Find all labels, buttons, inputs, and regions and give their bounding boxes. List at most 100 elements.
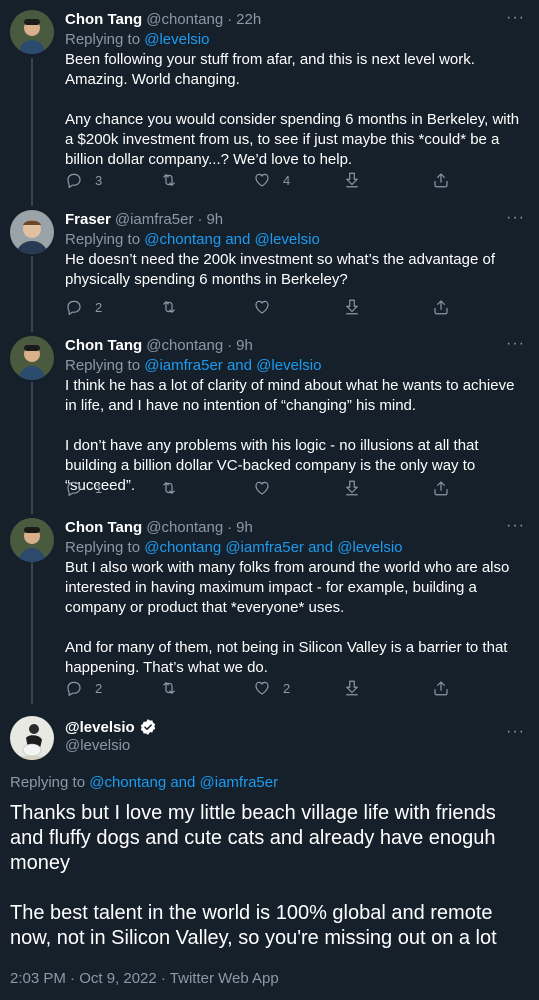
author-handle[interactable]: @iamfra5er [115,210,194,230]
reply-button[interactable]: 3 [65,171,102,189]
tweet-paragraph: Any chance you would consider spending 6… [65,111,520,168]
share-button[interactable] [432,298,450,316]
avatar[interactable] [10,518,54,562]
like-icon [253,679,271,697]
download-icon [343,679,361,697]
mention-link[interactable]: @chontang and @levelsio [144,231,320,248]
like-icon [253,171,271,189]
like-button[interactable]: 4 [253,171,290,189]
like-button[interactable] [253,479,271,497]
replying-to-label: Replying to [65,539,145,556]
like-icon [253,298,271,316]
replying-to: Replying to @levelsio [65,30,525,50]
retweet-button[interactable] [160,298,178,316]
reply-button[interactable]: 2 [65,679,102,697]
tweet[interactable]: Chon Tang @chontang · 9h ··· Replying to… [0,508,539,706]
download-icon [343,479,361,497]
share-icon [432,679,450,697]
tweet-paragraph: He doesn’t need the 200k investment so w… [65,251,496,288]
author-name[interactable]: Chon Tang [65,10,142,30]
reply-icon [65,298,83,316]
share-icon [432,479,450,497]
avatar[interactable] [10,10,54,54]
author-handle[interactable]: @chontang [146,518,223,538]
retweet-button[interactable] [160,479,178,497]
author-name[interactable]: Chon Tang [65,518,142,538]
retweet-button[interactable] [160,171,178,189]
verified-icon [140,719,155,735]
replying-to: Replying to @iamfra5er and @levelsio [65,356,525,376]
action-bar: 2 2 [65,678,465,698]
reply-count: 3 [95,172,103,188]
action-bar: 2 [65,297,465,317]
more-icon[interactable]: ··· [506,10,525,26]
retweet-icon [160,171,178,189]
more-icon[interactable]: ··· [506,724,525,740]
replying-to-label: Replying to [65,231,145,248]
timestamp[interactable]: 22h [236,10,261,30]
tweet[interactable]: Chon Tang @chontang · 9h ··· Replying to… [0,326,539,508]
replying-to-label: Replying to [65,31,145,48]
mention-link[interactable]: @levelsio [144,31,209,48]
author-handle[interactable]: @chontang [146,10,223,30]
share-button[interactable] [432,679,450,697]
separator: · [227,337,233,354]
reply-icon [65,171,83,189]
tweet-metadata[interactable]: 2:03 PM · Oct 9, 2022 · Twitter Web App [10,970,279,987]
share-button[interactable] [432,479,450,497]
like-count: 4 [283,172,291,188]
author-name[interactable]: Chon Tang [65,336,142,356]
separator: · [197,211,203,228]
avatar[interactable] [10,716,54,760]
reply-icon [65,479,83,497]
mention-link[interactable]: @iamfra5er and @levelsio [144,357,321,374]
tweet[interactable]: Chon Tang @chontang · 22h ··· Replying t… [0,0,539,200]
reply-button[interactable]: 2 [65,298,102,316]
tweet-text: Been following your stuff from afar, and… [65,50,525,170]
tweet-paragraph: Been following your stuff from afar, and… [65,51,475,88]
replying-to: Replying to @chontang @iamfra5er and @le… [65,538,525,558]
timestamp[interactable]: 9h [236,518,253,538]
reply-button[interactable]: 1 [65,479,102,497]
download-button[interactable] [343,298,361,316]
reply-count: 1 [95,480,103,496]
author-name[interactable]: Fraser [65,210,111,230]
tweet[interactable]: Fraser @iamfra5er · 9h ··· Replying to @… [0,200,539,326]
replying-to: Replying to @chontang and @levelsio [65,230,525,250]
like-button[interactable] [253,298,271,316]
share-icon [432,171,450,189]
retweet-button[interactable] [160,679,178,697]
download-button[interactable] [343,679,361,697]
tweet-paragraph: The best talent in the world is 100% glo… [10,902,497,949]
avatar[interactable] [10,336,54,380]
download-button[interactable] [343,171,361,189]
more-icon[interactable]: ··· [506,336,525,352]
share-icon [432,298,450,316]
more-icon[interactable]: ··· [506,210,525,226]
tweet-paragraph: And for many of them, not being in Silic… [65,639,508,676]
like-button[interactable]: 2 [253,679,290,697]
more-icon[interactable]: ··· [506,518,525,534]
share-button[interactable] [432,171,450,189]
timestamp[interactable]: 9h [206,210,223,230]
action-bar: 1 [65,478,465,498]
mention-link[interactable]: @chontang and @iamfra5er [89,774,278,791]
like-count: 2 [283,680,291,696]
reply-icon [65,679,83,697]
avatar[interactable] [10,210,54,254]
retweet-icon [160,298,178,316]
replying-to-label: Replying to [65,357,145,374]
retweet-icon [160,479,178,497]
tweet-text: He doesn’t need the 200k investment so w… [65,250,525,290]
tweet-paragraph: I think he has a lot of clarity of mind … [65,377,515,414]
tweet-paragraph: But I also work with many folks from aro… [65,559,510,616]
like-icon [253,479,271,497]
tweet-paragraph: Thanks but I love my little beach villag… [10,802,496,874]
author-handle[interactable]: @chontang [146,336,223,356]
replying-to: Replying to @chontang and @iamfra5er [10,773,278,793]
author-handle[interactable]: @levelsio [65,736,157,756]
download-button[interactable] [343,479,361,497]
mention-link[interactable]: @chontang @iamfra5er and @levelsio [144,539,402,556]
timestamp[interactable]: 9h [236,336,253,356]
author-name[interactable]: @levelsio [65,719,135,736]
